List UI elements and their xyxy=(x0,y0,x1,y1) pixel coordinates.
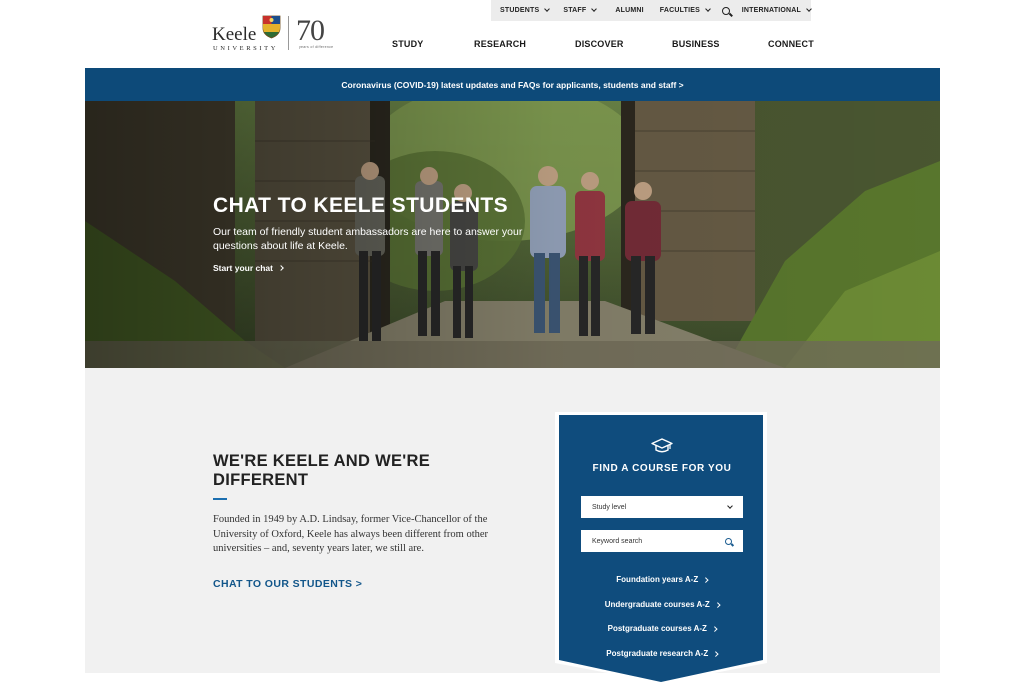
heading-accent-bar xyxy=(213,498,227,500)
nav-discover[interactable]: DISCOVER xyxy=(575,39,624,51)
keyword-search-placeholder: Keyword search xyxy=(592,537,643,545)
hero-title: CHAT TO KEELE STUDENTS xyxy=(213,194,509,217)
chevron-right-icon xyxy=(715,601,721,607)
chevron-right-icon xyxy=(703,576,709,582)
search-icon[interactable] xyxy=(725,537,732,545)
utility-nav-label: STUDENTS xyxy=(500,7,540,14)
finder-link-label: Foundation years A-Z xyxy=(616,575,699,584)
postgraduate-research-link[interactable]: Postgraduate research A-Z xyxy=(559,649,765,658)
keyword-search-field[interactable]: Keyword search xyxy=(581,530,743,552)
utility-nav-label: ALUMNI xyxy=(615,7,644,14)
chevron-down-icon xyxy=(544,6,551,12)
course-finder-title: FIND A COURSE FOR YOU xyxy=(592,463,732,474)
nav-business[interactable]: BUSINESS xyxy=(672,39,720,51)
utility-nav-international[interactable]: INTERNATIONAL xyxy=(741,6,812,14)
chevron-down-icon xyxy=(591,6,598,12)
utility-nav: STUDENTS STAFF ALUMNI FACULTIES INTERNAT… xyxy=(491,0,812,21)
search-icon[interactable] xyxy=(721,6,730,15)
intro-section: WE'RE KEELE AND WE'RE DIFFERENT Founded … xyxy=(85,368,940,673)
finder-link-label: Postgraduate research A-Z xyxy=(606,649,709,658)
utility-nav-staff[interactable]: STAFF xyxy=(563,6,598,14)
utility-nav-label: FACULTIES xyxy=(659,7,700,14)
logo-anniversary-tagline: years of difference xyxy=(299,45,334,49)
logo-subtitle: UNIVERSITY xyxy=(213,45,278,52)
covid-banner[interactable]: Coronavirus (COVID-19) latest updates an… xyxy=(85,68,940,101)
logo-wordmark: Keele xyxy=(212,24,257,45)
postgraduate-courses-link[interactable]: Postgraduate courses A-Z xyxy=(559,624,765,633)
study-level-select[interactable]: Study level xyxy=(581,496,743,518)
chevron-right-icon xyxy=(712,625,718,631)
intro-body: Founded in 1949 by A.D. Lindsay, former … xyxy=(213,514,489,554)
chevron-right-icon xyxy=(713,650,719,656)
graduation-cap-icon xyxy=(651,438,673,453)
undergraduate-courses-link[interactable]: Undergraduate courses A-Z xyxy=(559,600,765,609)
chat-to-students-link[interactable]: CHAT TO OUR STUDENTS > xyxy=(213,578,362,590)
finder-link-label: Postgraduate courses A-Z xyxy=(607,624,707,633)
logo-divider xyxy=(288,16,289,50)
covid-banner-text: Coronavirus (COVID-19) latest updates an… xyxy=(341,79,684,90)
chevron-down-icon xyxy=(705,6,711,12)
hero-description: Our team of friendly student ambassadors… xyxy=(213,226,523,252)
chevron-right-icon xyxy=(278,265,284,271)
study-level-placeholder: Study level xyxy=(592,503,627,511)
utility-nav-label: INTERNATIONAL xyxy=(741,7,801,14)
intro-heading: WE'RE KEELE AND WE'RE DIFFERENT xyxy=(213,452,431,489)
utility-nav-faculties[interactable]: FACULTIES xyxy=(659,6,711,14)
start-chat-link[interactable]: Start your chat xyxy=(213,263,284,273)
utility-nav-label: STAFF xyxy=(563,7,587,14)
foundation-years-link[interactable]: Foundation years A-Z xyxy=(559,575,765,584)
logo-anniversary: 70 xyxy=(296,14,325,47)
start-chat-label: Start your chat xyxy=(213,263,273,273)
utility-nav-students[interactable]: STUDENTS xyxy=(500,6,551,14)
finder-link-label: Undergraduate courses A-Z xyxy=(604,600,710,609)
nav-research[interactable]: RESEARCH xyxy=(474,39,526,51)
university-crest-icon xyxy=(262,15,281,39)
keele-logo[interactable]: Keele UNIVERSITY 70 years of difference xyxy=(212,14,337,54)
hero-banner: CHAT TO KEELE STUDENTS Our team of frien… xyxy=(85,101,940,368)
chevron-down-icon xyxy=(727,502,733,509)
nav-study[interactable]: STUDY xyxy=(392,39,424,51)
nav-connect[interactable]: CONNECT xyxy=(768,39,814,51)
chevron-down-icon xyxy=(806,6,812,12)
utility-nav-alumni[interactable]: ALUMNI xyxy=(615,7,643,14)
